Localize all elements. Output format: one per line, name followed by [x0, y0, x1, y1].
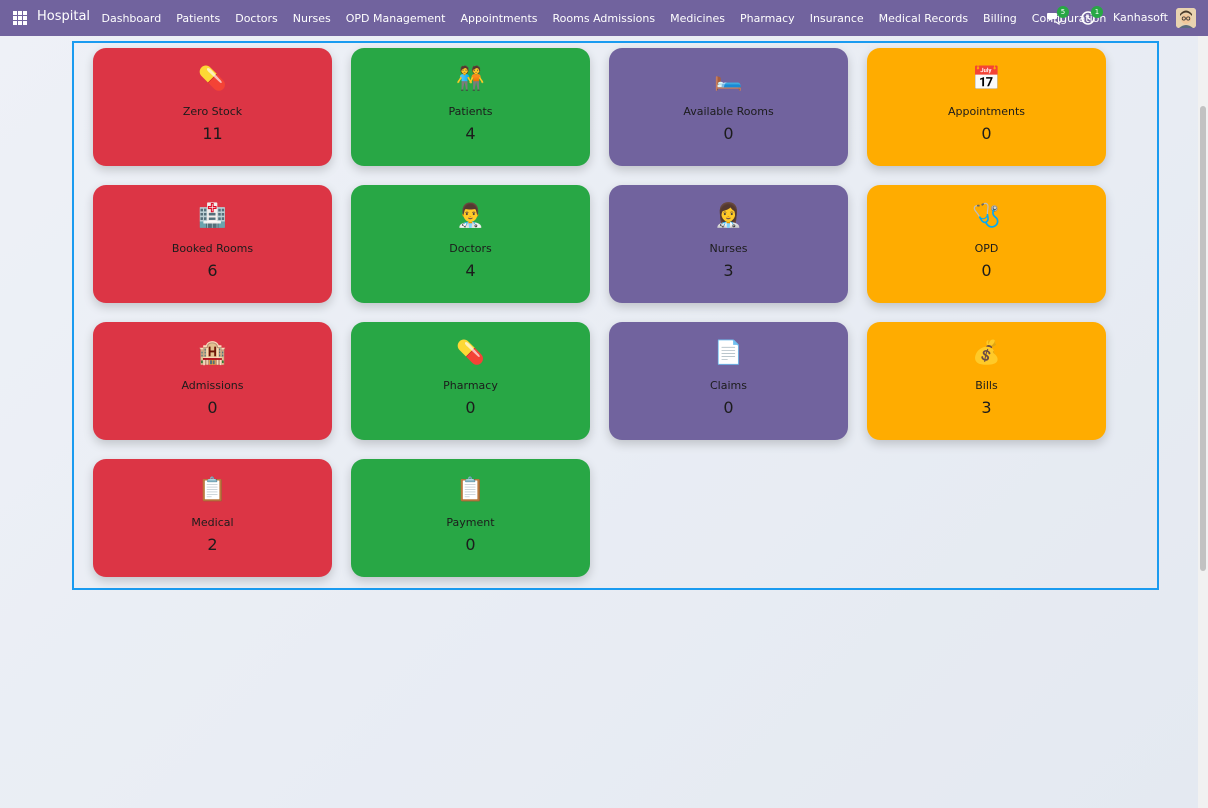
card-value: 2	[207, 535, 218, 554]
card-patients[interactable]: 🧑‍🤝‍🧑 Patients 4	[351, 48, 590, 166]
card-available-rooms[interactable]: 🛏️ Available Rooms 0	[609, 48, 848, 166]
card-value: 3	[981, 398, 992, 417]
menu-item-medicines[interactable]: Medicines	[663, 12, 733, 25]
page-scrollbar[interactable]	[1198, 36, 1208, 808]
menu-item-dashboard[interactable]: Dashboard	[94, 12, 169, 25]
card-doctors[interactable]: 👨‍⚕️ Doctors 4	[351, 185, 590, 303]
card-value: 0	[465, 535, 476, 554]
nurse-icon: 👩‍⚕️	[714, 203, 743, 229]
card-bills[interactable]: 💰 Bills 3	[867, 322, 1106, 440]
activity-badge: 1	[1091, 6, 1103, 18]
calendar-icon: 📅	[972, 66, 1001, 92]
menu-item-pharmacy[interactable]: Pharmacy	[733, 12, 803, 25]
apps-menu-icon[interactable]	[13, 11, 27, 25]
hotel-icon: 🏨	[198, 340, 227, 366]
menu-item-billing[interactable]: Billing	[976, 12, 1025, 25]
activity-clock-icon[interactable]: 1	[1080, 6, 1103, 27]
menu-item-medical-records[interactable]: Medical Records	[871, 12, 975, 25]
card-value: 4	[465, 124, 476, 143]
menu-item-doctors[interactable]: Doctors	[228, 12, 286, 25]
card-label: Available Rooms	[683, 105, 774, 118]
card-value: 0	[465, 398, 476, 417]
card-value: 0	[723, 124, 734, 143]
card-value: 0	[207, 398, 218, 417]
bed-icon: 🛏️	[714, 66, 743, 92]
clipboard-icon: 📋	[198, 477, 227, 503]
hospital-icon: 🏥	[198, 203, 227, 229]
card-value: 0	[981, 124, 992, 143]
card-label: Claims	[710, 379, 747, 392]
card-admissions[interactable]: 🏨 Admissions 0	[93, 322, 332, 440]
pill-icon: 💊	[198, 66, 227, 92]
systray: 5 1 Kanhasoft	[1038, 0, 1208, 36]
app-brand[interactable]: Hospital	[37, 9, 90, 24]
main-menu: Dashboard Patients Doctors Nurses OPD Ma…	[94, 0, 1114, 36]
card-label: Appointments	[947, 105, 1026, 118]
chat-badge: 5	[1057, 6, 1069, 18]
top-navbar: Hospital Dashboard Patients Doctors Nurs…	[0, 0, 1208, 36]
card-label: Patients	[448, 105, 493, 118]
clipboard-icon: 📋	[456, 477, 485, 503]
card-label: Bills	[975, 379, 998, 392]
stethoscope-icon: 🩺	[972, 203, 1001, 229]
card-label: Nurses	[709, 242, 748, 255]
card-opd[interactable]: 🩺 OPD 0	[867, 185, 1106, 303]
card-value: 0	[981, 261, 992, 280]
card-booked-rooms[interactable]: 🏥 Booked Rooms 6	[93, 185, 332, 303]
card-value: 0	[723, 398, 734, 417]
card-pharmacy[interactable]: 💊 Pharmacy 0	[351, 322, 590, 440]
card-value: 3	[723, 261, 734, 280]
menu-item-appointments[interactable]: Appointments	[453, 12, 545, 25]
menu-item-opd-management[interactable]: OPD Management	[338, 12, 453, 25]
menu-item-nurses[interactable]: Nurses	[285, 12, 338, 25]
document-icon: 📄	[714, 340, 743, 366]
money-bag-icon: 💰	[972, 340, 1001, 366]
menu-item-insurance[interactable]: Insurance	[802, 12, 871, 25]
menu-item-patients[interactable]: Patients	[169, 12, 228, 25]
card-zero-stock[interactable]: 💊 Zero Stock 11	[93, 48, 332, 166]
menu-item-rooms-admissions[interactable]: Rooms Admissions	[545, 12, 663, 25]
card-medical[interactable]: 📋 Medical 2	[93, 459, 332, 577]
card-label: Payment	[446, 516, 495, 529]
card-nurses[interactable]: 👩‍⚕️ Nurses 3	[609, 185, 848, 303]
scrollbar-thumb[interactable]	[1200, 106, 1206, 571]
card-label: Zero Stock	[182, 105, 243, 118]
card-label: Medical	[191, 516, 234, 529]
card-value: 11	[202, 124, 223, 143]
patients-icon: 🧑‍🤝‍🧑	[456, 66, 485, 92]
card-value: 4	[465, 261, 476, 280]
doctor-icon: 👨‍⚕️	[456, 203, 485, 229]
card-label: Pharmacy	[443, 379, 498, 392]
pill-icon: 💊	[456, 340, 485, 366]
card-label: Doctors	[449, 242, 492, 255]
card-value: 6	[207, 261, 218, 280]
user-name[interactable]: Kanhasoft	[1113, 11, 1168, 24]
chat-icon[interactable]: 5	[1046, 6, 1069, 27]
card-payment[interactable]: 📋 Payment 0	[351, 459, 590, 577]
card-appointments[interactable]: 📅 Appointments 0	[867, 48, 1106, 166]
card-label: Booked Rooms	[171, 242, 254, 255]
user-avatar[interactable]	[1176, 8, 1196, 28]
card-label: OPD	[974, 242, 999, 255]
card-label: Admissions	[181, 379, 244, 392]
card-claims[interactable]: 📄 Claims 0	[609, 322, 848, 440]
